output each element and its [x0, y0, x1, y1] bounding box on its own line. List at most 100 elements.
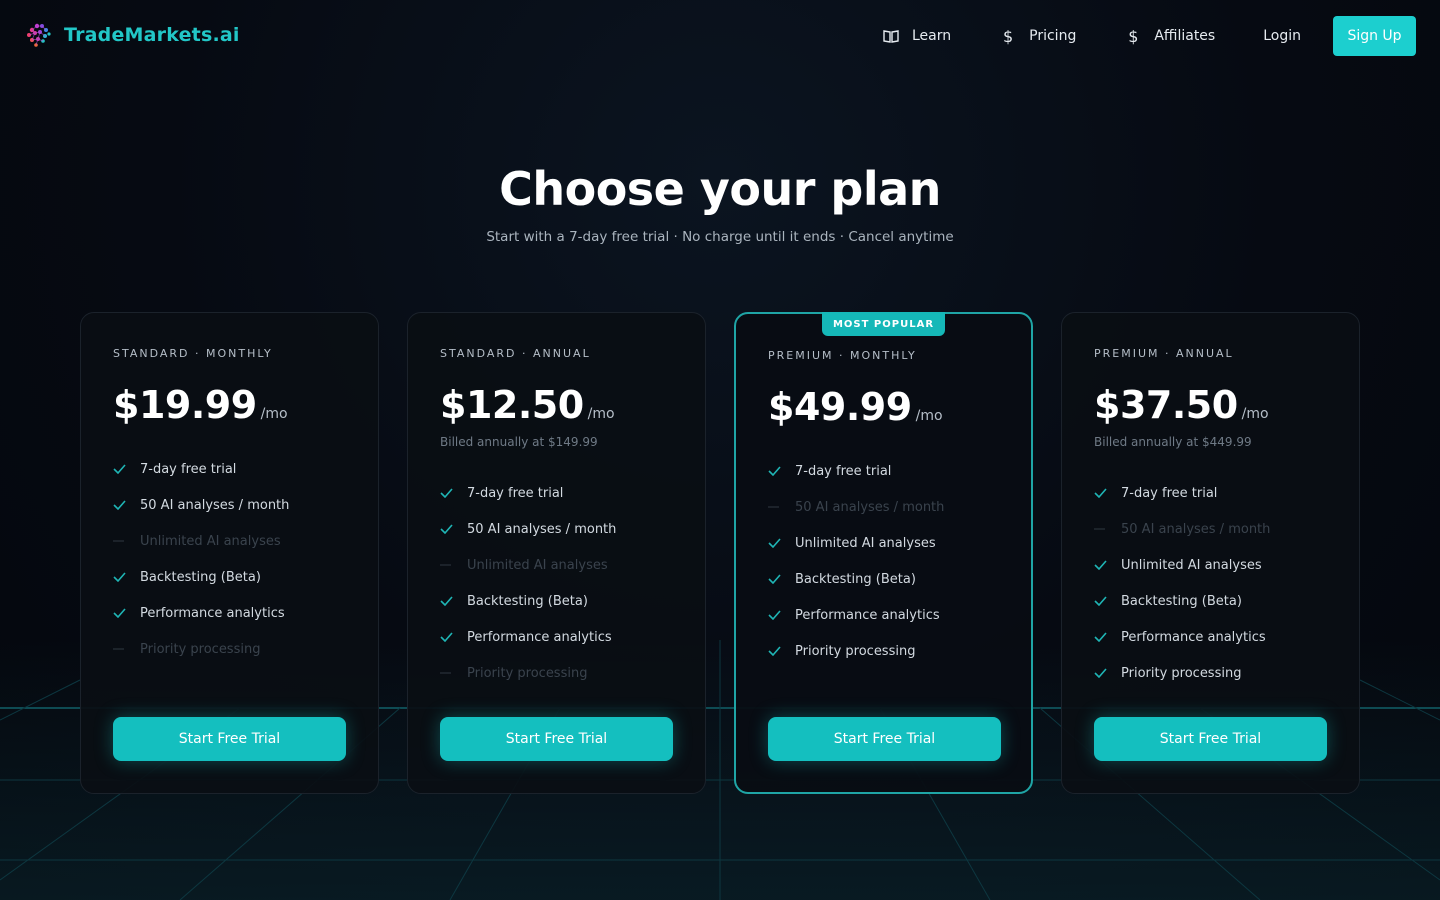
start-free-trial-button[interactable]: Start Free Trial	[113, 717, 346, 761]
feature-text: Unlimited AI analyses	[467, 557, 608, 573]
check-icon	[768, 466, 795, 476]
price-period: /mo	[260, 406, 288, 422]
feature-text: Performance analytics	[140, 605, 285, 621]
check-icon	[1094, 560, 1121, 570]
feature-text: Backtesting (Beta)	[467, 593, 588, 609]
plan-label: STANDARD · MONTHLY	[113, 347, 273, 360]
brand-name: TradeMarkets.ai	[64, 24, 240, 46]
feature-text: Priority processing	[140, 641, 261, 657]
feature-text: Performance analytics	[795, 607, 940, 623]
feature-item: Unlimited AI analyses	[440, 547, 616, 583]
feature-list: 7-day free trial 50 AI analyses / month …	[1094, 475, 1270, 691]
feature-item: Performance analytics	[113, 595, 289, 631]
feature-list: 7-day free trial 50 AI analyses / month …	[440, 475, 616, 691]
price-period: /mo	[1241, 406, 1269, 422]
check-icon	[440, 596, 467, 606]
feature-item: Performance analytics	[1094, 619, 1270, 655]
plan-label: STANDARD · ANNUAL	[440, 347, 591, 360]
login-link[interactable]: Login	[1263, 28, 1301, 44]
page-title: Choose your plan	[499, 162, 941, 216]
check-icon	[768, 610, 795, 620]
check-icon	[113, 464, 140, 474]
plan-card: STANDARD · MONTHLY $19.99 /mo 7-day free…	[80, 312, 379, 794]
check-icon	[113, 608, 140, 618]
check-icon	[1094, 668, 1121, 678]
nav-pricing-label: Pricing	[1029, 28, 1077, 44]
check-icon	[113, 572, 140, 582]
check-icon	[768, 646, 795, 656]
feature-list: 7-day free trial 50 AI analyses / month …	[768, 453, 944, 669]
feature-text: Priority processing	[1121, 665, 1242, 681]
feature-item: Priority processing	[1094, 655, 1270, 691]
feature-text: 7-day free trial	[1121, 485, 1218, 501]
price-row: $19.99 /mo	[113, 383, 288, 427]
dash-icon	[1094, 528, 1121, 530]
nav-learn[interactable]: Learn	[882, 27, 951, 45]
plan-price: $12.50	[440, 383, 584, 427]
price-row: $37.50 /mo	[1094, 383, 1269, 427]
feature-item: 50 AI analyses / month	[768, 489, 944, 525]
feature-item: 7-day free trial	[113, 451, 289, 487]
start-free-trial-button[interactable]: Start Free Trial	[440, 717, 673, 761]
top-nav-bar: TradeMarkets.ai Learn $ Pricing $ Affili…	[0, 0, 1440, 72]
plan-card: PREMIUM · ANNUAL $37.50 /mo Billed annua…	[1061, 312, 1360, 794]
plan-card: MOST POPULAR PREMIUM · MONTHLY $49.99 /mo…	[734, 312, 1033, 794]
check-icon	[1094, 488, 1121, 498]
feature-text: Priority processing	[795, 643, 916, 659]
feature-item: Unlimited AI analyses	[1094, 547, 1270, 583]
price-period: /mo	[915, 408, 943, 424]
brain-logo-icon	[27, 23, 51, 47]
nav-pricing[interactable]: $ Pricing	[999, 26, 1077, 46]
dollar-icon: $	[1003, 26, 1014, 46]
start-free-trial-button[interactable]: Start Free Trial	[1094, 717, 1327, 761]
feature-text: Performance analytics	[467, 629, 612, 645]
nav-affiliates[interactable]: $ Affiliates	[1124, 26, 1216, 46]
price-period: /mo	[587, 406, 615, 422]
sign-up-button[interactable]: Sign Up	[1333, 16, 1416, 56]
feature-text: Backtesting (Beta)	[1121, 593, 1242, 609]
feature-list: 7-day free trial 50 AI analyses / month …	[113, 451, 289, 667]
feature-text: Priority processing	[467, 665, 588, 681]
start-free-trial-button[interactable]: Start Free Trial	[768, 717, 1001, 761]
feature-text: 7-day free trial	[467, 485, 564, 501]
feature-item: Unlimited AI analyses	[768, 525, 944, 561]
most-popular-badge: MOST POPULAR	[822, 312, 945, 336]
feature-item: 7-day free trial	[1094, 475, 1270, 511]
feature-item: Backtesting (Beta)	[440, 583, 616, 619]
feature-text: Unlimited AI analyses	[140, 533, 281, 549]
feature-text: Performance analytics	[1121, 629, 1266, 645]
plan-label: PREMIUM · ANNUAL	[1094, 347, 1234, 360]
billed-note: Billed annually at $449.99	[1094, 435, 1252, 449]
feature-text: 50 AI analyses / month	[467, 521, 617, 537]
price-row: $49.99 /mo	[768, 385, 943, 429]
plan-card: STANDARD · ANNUAL $12.50 /mo Billed annu…	[407, 312, 706, 794]
dash-icon	[440, 564, 467, 566]
feature-item: Priority processing	[113, 631, 289, 667]
check-icon	[1094, 632, 1121, 642]
feature-item: Backtesting (Beta)	[768, 561, 944, 597]
plan-price: $37.50	[1094, 383, 1238, 427]
check-icon	[113, 500, 140, 510]
dash-icon	[768, 506, 795, 508]
feature-item: 50 AI analyses / month	[1094, 511, 1270, 547]
feature-text: 50 AI analyses / month	[140, 497, 290, 513]
feature-item: 7-day free trial	[440, 475, 616, 511]
feature-text: Backtesting (Beta)	[795, 571, 916, 587]
brand-logo[interactable]: TradeMarkets.ai	[24, 20, 240, 50]
feature-item: Unlimited AI analyses	[113, 523, 289, 559]
feature-item: Backtesting (Beta)	[113, 559, 289, 595]
feature-item: Priority processing	[768, 633, 944, 669]
feature-text: 7-day free trial	[795, 463, 892, 479]
feature-item: Performance analytics	[768, 597, 944, 633]
feature-item: 50 AI analyses / month	[113, 487, 289, 523]
dollar-icon: $	[1128, 26, 1139, 46]
check-icon	[768, 538, 795, 548]
feature-text: 7-day free trial	[140, 461, 237, 477]
check-icon	[440, 632, 467, 642]
nav-learn-label: Learn	[912, 28, 952, 44]
nav-affiliates-label: Affiliates	[1154, 28, 1216, 44]
check-icon	[768, 574, 795, 584]
plan-price: $19.99	[113, 383, 257, 427]
feature-item: Priority processing	[440, 655, 616, 691]
feature-item: Performance analytics	[440, 619, 616, 655]
